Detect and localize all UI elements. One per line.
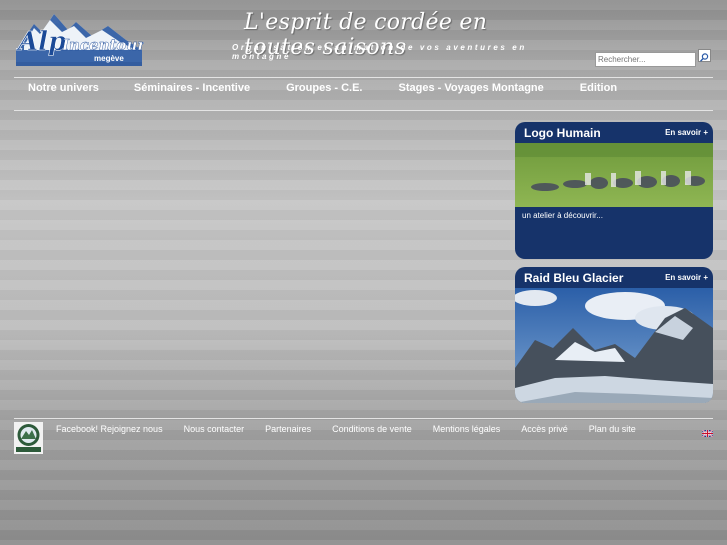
footer-link-facebook[interactable]: Facebook! Rejoignez nous [56, 424, 163, 434]
main-nav: Notre univers Séminaires - Incentive Gro… [14, 82, 617, 98]
nav-divider-top [14, 77, 713, 78]
svg-text:Alp: Alp [16, 27, 66, 57]
card-photo [515, 288, 713, 403]
card-description: un atelier à découvrir... [522, 211, 603, 220]
nav-item-seminaires-incentive[interactable]: Séminaires - Incentive [134, 82, 250, 98]
footer-divider [14, 418, 713, 419]
svg-text:Incentour: Incentour [61, 36, 144, 54]
alp-incentour-logo[interactable]: Alp Incentour megève [16, 10, 144, 68]
card-more-link[interactable]: En savoir + [665, 128, 708, 137]
english-flag-icon[interactable] [701, 424, 714, 438]
uk-flag-graphic [701, 429, 714, 438]
card-image-human-logo[interactable] [515, 143, 713, 207]
promo-card-raid-bleu-glacier[interactable]: Raid Bleu Glacier En savoir + [515, 267, 713, 403]
partner-badge-icon [14, 422, 43, 454]
logo-graphic: Alp Incentour megève [16, 14, 144, 66]
footer-link-mentions[interactable]: Mentions légales [433, 424, 501, 434]
footer-link-conditions[interactable]: Conditions de vente [332, 424, 412, 434]
search-input[interactable] [595, 52, 696, 67]
search-icon [699, 53, 709, 62]
svg-text:megève: megève [94, 54, 124, 63]
nav-item-edition[interactable]: Edition [580, 82, 617, 98]
card-title: Logo Humain [524, 126, 601, 140]
promo-card-logo-humain[interactable]: Logo Humain En savoir + un atelier à déc… [515, 122, 713, 259]
footer-link-partenaires[interactable]: Partenaires [265, 424, 311, 434]
nav-item-notre-univers[interactable]: Notre univers [28, 82, 99, 98]
footer-link-contact[interactable]: Nous contacter [184, 424, 245, 434]
footer-link-acces-prive[interactable]: Accès privé [521, 424, 568, 434]
card-photo [515, 143, 713, 207]
nav-item-stages-voyages-montagne[interactable]: Stages - Voyages Montagne [399, 82, 544, 98]
card-title: Raid Bleu Glacier [524, 271, 624, 285]
nav-divider-bottom [14, 110, 713, 111]
search-submit-button[interactable] [698, 49, 711, 62]
footer-links: Facebook! Rejoignez nous Nous contacter … [56, 424, 636, 434]
card-image-glacier[interactable] [515, 288, 713, 403]
footer-link-plan-du-site[interactable]: Plan du site [589, 424, 636, 434]
partner-badge-logo[interactable] [14, 422, 43, 454]
search-box [595, 49, 711, 67]
card-more-link[interactable]: En savoir + [665, 273, 708, 282]
nav-item-groupes-ce[interactable]: Groupes - C.E. [286, 82, 362, 98]
site-subtagline: Organisation et animation de vos aventur… [232, 43, 527, 61]
